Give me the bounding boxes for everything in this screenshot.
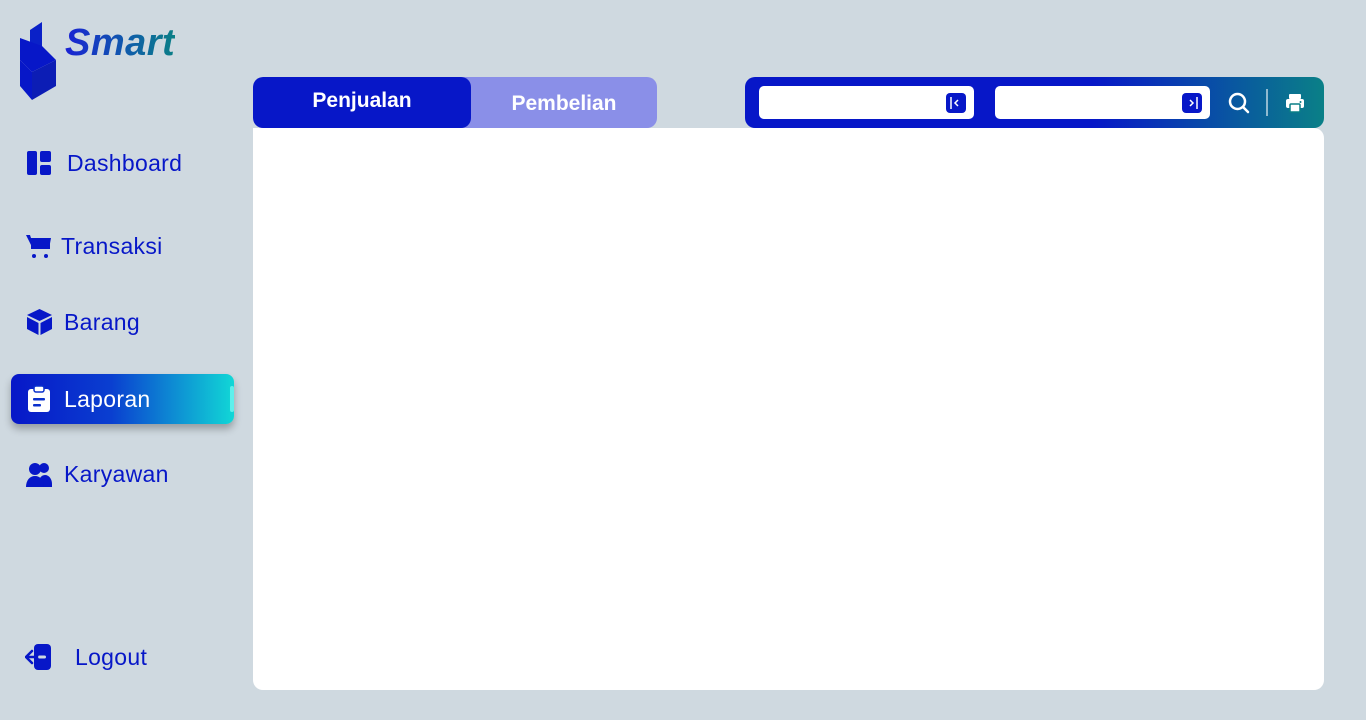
sidebar-item-label: Transaksi [61, 232, 163, 259]
search-button[interactable] [1226, 90, 1252, 116]
tab-penjualan[interactable]: Penjualan [253, 77, 471, 128]
print-button[interactable] [1282, 90, 1308, 116]
tab-label: Pembelian [511, 91, 617, 115]
tab-label: Penjualan [312, 88, 412, 112]
logout-button[interactable]: Logout [11, 632, 234, 682]
dashboard-icon [25, 149, 53, 177]
printer-icon [1286, 94, 1304, 113]
sidebar-item-laporan[interactable]: Laporan [11, 374, 234, 424]
logo-mark-icon [20, 22, 56, 100]
report-content-panel [253, 128, 1324, 690]
clipboard-icon [25, 385, 53, 413]
chevron-right-icon [1189, 97, 1198, 109]
sidebar-item-transaksi[interactable]: Transaksi [11, 221, 234, 271]
box-icon [25, 308, 53, 336]
cart-icon [25, 232, 53, 260]
end-date-field[interactable] [995, 86, 1210, 119]
app-logo [18, 20, 58, 102]
logout-label: Logout [75, 643, 148, 670]
logout-icon [25, 643, 53, 671]
sidebar-item-dashboard[interactable]: Dashboard [11, 138, 234, 188]
sidebar-item-label: Karyawan [64, 460, 169, 487]
sidebar-item-karyawan[interactable]: Karyawan [11, 449, 234, 499]
sidebar-item-label: Laporan [64, 385, 151, 412]
report-tabs: Pembelian Penjualan [253, 77, 657, 128]
users-icon [25, 460, 53, 488]
app-name: Smart [65, 22, 176, 64]
date-picker-end-button[interactable] [1182, 93, 1202, 113]
date-picker-start-button[interactable] [946, 93, 966, 113]
start-date-field[interactable] [759, 86, 974, 119]
sidebar-item-label: Dashboard [67, 149, 183, 176]
search-icon [1228, 92, 1250, 114]
sidebar-item-barang[interactable]: Barang [11, 297, 234, 347]
tab-pembelian[interactable]: Pembelian [471, 77, 657, 128]
chevron-left-icon [950, 97, 959, 109]
filter-bar [745, 77, 1324, 128]
sidebar-item-label: Barang [64, 308, 140, 335]
divider [1266, 89, 1268, 116]
